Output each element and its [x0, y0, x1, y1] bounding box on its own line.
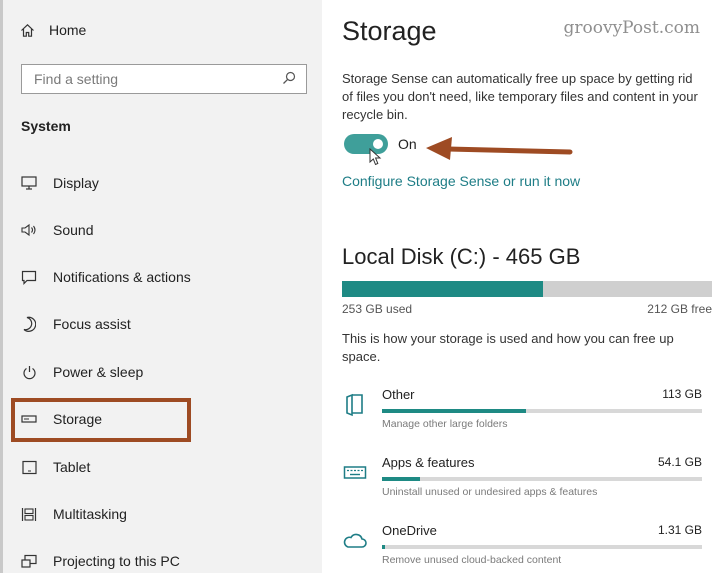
category-bar-fill — [382, 477, 421, 481]
drive-icon — [19, 410, 39, 428]
category-bar-fill — [382, 409, 526, 413]
search-icon[interactable] — [282, 71, 296, 88]
power-icon — [19, 363, 39, 381]
section-heading: System — [21, 118, 71, 134]
tablet-icon — [19, 458, 39, 476]
sidebar-item-label: Home — [49, 22, 87, 38]
moon-icon — [19, 315, 39, 333]
sidebar-item-focus-assist[interactable]: Focus assist — [19, 312, 131, 336]
sidebar-item-label: Focus assist — [53, 316, 131, 332]
sidebar-item-label: Tablet — [53, 459, 91, 475]
sidebar-item-label: Storage — [53, 411, 103, 427]
sidebar-item-notifications[interactable]: Notifications & actions — [19, 265, 191, 289]
page-title: Storage — [342, 16, 437, 46]
category-size: 54.1 GB — [657, 455, 702, 469]
watermark: groovyPost.com — [563, 18, 700, 38]
home-icon — [19, 22, 35, 38]
disk-title: Local Disk (C:) - 465 GB — [342, 244, 581, 269]
free-space-label: 212 GB free — [647, 302, 712, 316]
category-apps-features[interactable]: Apps & features 54.1 GB Uninstall unused… — [342, 455, 712, 515]
category-subtitle: Uninstall unused or undesired apps & fea… — [382, 486, 598, 498]
speaker-icon — [19, 221, 39, 239]
sidebar-item-power-sleep[interactable]: Power & sleep — [19, 360, 143, 384]
sidebar-item-projecting[interactable]: Projecting to this PC — [19, 549, 180, 573]
sidebar: Home System Display Sound Notifications … — [0, 0, 322, 573]
category-bar-fill — [382, 545, 386, 549]
sidebar-item-sound[interactable]: Sound — [19, 218, 93, 242]
sidebar-item-tablet[interactable]: Tablet — [19, 455, 90, 479]
monitor-icon — [19, 174, 39, 192]
sidebar-item-label: Notifications & actions — [53, 269, 191, 285]
category-bar — [382, 477, 702, 481]
usage-description: This is how your storage is used and how… — [342, 331, 674, 364]
category-name: Other — [382, 387, 415, 402]
category-other[interactable]: Other 113 GB Manage other large folders — [342, 387, 712, 447]
category-size: 1.31 GB — [657, 523, 702, 537]
sidebar-item-label: Power & sleep — [53, 364, 144, 380]
message-icon — [19, 268, 39, 286]
cloud-icon — [342, 529, 368, 553]
category-name: Apps & features — [382, 455, 475, 470]
search-box[interactable] — [21, 64, 307, 94]
folder-icon — [342, 393, 368, 417]
sidebar-item-multitasking[interactable]: Multitasking — [19, 502, 127, 526]
sidebar-item-display[interactable]: Display — [19, 171, 99, 195]
category-subtitle: Manage other large folders — [382, 418, 508, 430]
category-subtitle: Remove unused cloud-backed content — [382, 554, 562, 566]
category-size: 113 GB — [662, 387, 702, 401]
keyboard-icon — [342, 461, 368, 485]
project-icon — [19, 552, 39, 570]
sidebar-item-label: Display — [53, 175, 99, 191]
category-bar — [382, 545, 702, 549]
mouse-cursor-icon — [369, 148, 382, 166]
search-input[interactable] — [32, 70, 282, 88]
toggle-state-label: On — [398, 136, 417, 152]
storage-sense-description: Storage Sense can automatically free up … — [342, 71, 698, 122]
sidebar-item-label: Multitasking — [53, 506, 127, 522]
used-space-label: 253 GB used — [342, 302, 413, 316]
annotation-arrow-icon — [426, 137, 573, 160]
sidebar-item-label: Sound — [53, 222, 94, 238]
multitask-icon — [19, 505, 39, 523]
sidebar-item-home[interactable]: Home — [19, 22, 86, 38]
configure-storage-sense-link[interactable]: Configure Storage Sense or run it now — [342, 173, 580, 189]
disk-usage-bar — [342, 281, 712, 297]
category-name: OneDrive — [382, 523, 437, 538]
sidebar-item-label: Projecting to this PC — [53, 553, 180, 569]
category-onedrive[interactable]: OneDrive 1.31 GB Remove unused cloud-bac… — [342, 523, 712, 583]
disk-usage-fill — [342, 281, 544, 297]
main-content: Storage groovyPost.com Storage Sense can… — [342, 0, 720, 573]
sidebar-item-storage[interactable]: Storage — [19, 407, 102, 431]
category-bar — [382, 409, 702, 413]
